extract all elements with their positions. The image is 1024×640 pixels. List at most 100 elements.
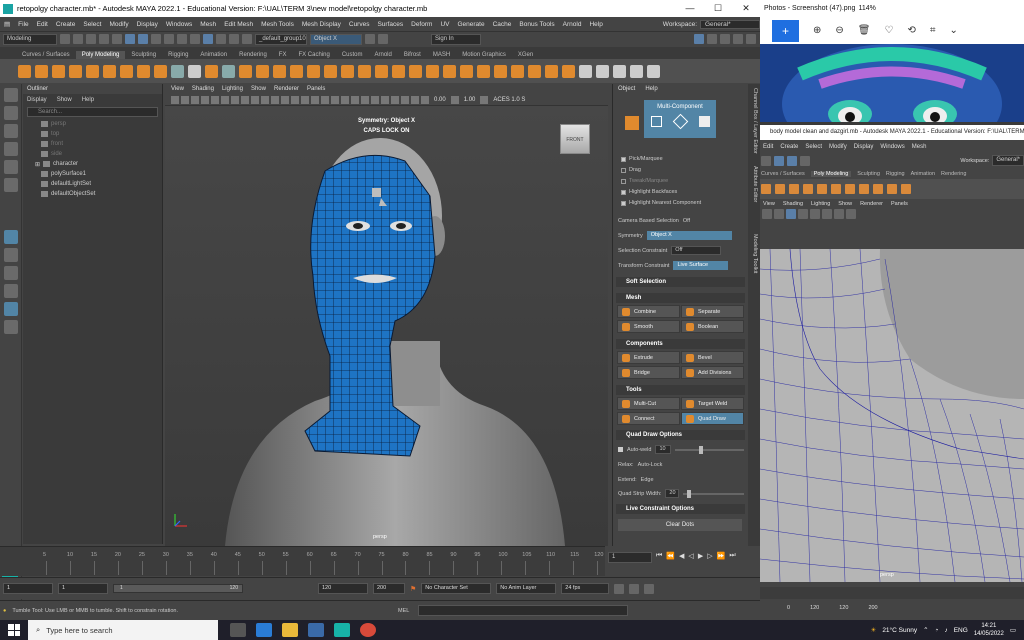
outliner-item-objectset[interactable]: defaultObjectSet [23,189,162,199]
maya2-shelf-tool-icon[interactable] [859,184,869,194]
field-chart-icon[interactable] [251,95,259,104]
merge-icon[interactable] [409,64,422,78]
shelf-tab-custom[interactable]: Custom [336,51,369,59]
maya2-vp-tool-icon[interactable] [798,209,808,219]
step-forward-icon[interactable]: ▷ [707,552,712,560]
maya2-vp-show[interactable]: Show [838,201,852,207]
poly-sphere-icon[interactable] [18,64,31,78]
soft-selection-section[interactable]: Soft Selection [616,277,745,287]
separate-icon[interactable] [256,64,269,78]
maya2-vp-view[interactable]: View [763,201,775,207]
planar-map-icon[interactable] [528,64,541,78]
quad-draw-tool-icon[interactable] [3,230,18,244]
menu-edit[interactable]: Edit [33,21,52,28]
fps-dropdown[interactable]: 24 fps [561,583,610,594]
mode-dropdown[interactable]: Modeling [3,33,57,45]
playback-start-field[interactable]: 1 [58,583,108,594]
render-settings-icon[interactable] [242,34,252,44]
vertex-mode-icon[interactable] [650,116,662,127]
combine-icon[interactable] [239,64,252,78]
maya2-tab-sculpt[interactable]: Sculpting [857,171,880,177]
volume-icon[interactable]: ♪ [944,627,947,634]
mirror-icon[interactable] [307,64,320,78]
menu-uv[interactable]: UV [436,21,453,28]
snap-point-icon[interactable] [190,34,200,44]
maya2-menu-edit[interactable]: Edit [763,144,773,150]
edge-mode-icon[interactable] [672,113,688,130]
maya2-status-icon[interactable] [787,155,797,166]
modeling-toolkit-tab[interactable]: Modeling Toolkit [752,234,758,273]
shelf-tab-motion-graphics[interactable]: Motion Graphics [456,51,512,59]
poly-torus-icon[interactable] [86,64,99,78]
maya2-viewport-canvas[interactable]: persp [760,249,1024,582]
highlight-backfaces-checkbox[interactable]: Highlight Backfaces [621,189,677,195]
maya2-shelf-tool-icon[interactable] [887,184,897,194]
unfold-icon[interactable] [562,64,575,78]
snap-surface-icon[interactable] [203,34,213,44]
channel-box-tab[interactable]: Channel Box / Layer Editor [752,88,758,154]
menu-surfaces[interactable]: Surfaces [373,21,407,28]
menu-arnold[interactable]: Arnold [559,21,586,28]
maximize-icon[interactable]: ☐ [704,3,732,14]
symmetry-value-dropdown[interactable]: Object X [646,231,732,240]
workspace-dropdown[interactable]: General* [700,19,760,29]
menu-curves[interactable]: Curves [345,21,374,28]
quad-draw-icon[interactable] [477,64,490,78]
target-weld-button[interactable]: Target Weld [681,397,744,410]
outliner-item-polysurface[interactable]: polySurface1 [23,169,162,179]
rotate-tool-icon[interactable] [3,160,18,174]
exposure-field[interactable]: 0.00 [431,97,449,103]
add-icon[interactable]: + [772,19,799,42]
snap-grid-icon[interactable] [164,34,174,44]
symmetry-dropdown[interactable]: Object X [310,33,362,45]
maya2-workspace-dropdown[interactable]: General* [992,155,1024,166]
select-tool-icon[interactable] [3,88,18,102]
image-plane-icon[interactable] [201,95,209,104]
outliner-layout-icon[interactable] [3,302,18,316]
sweep-mesh-icon[interactable] [171,64,184,78]
menu-deform[interactable]: Deform [407,21,436,28]
auto-weld-slider[interactable] [675,445,744,454]
rotate-icon[interactable]: ⟲ [907,25,915,36]
maya-taskbar-icon[interactable] [334,623,350,637]
four-view-icon[interactable] [3,266,18,280]
maya2-shelf-tool-icon[interactable] [789,184,799,194]
bevel-button[interactable]: Bevel [681,351,744,364]
extend-dropdown[interactable]: Edge [641,477,654,483]
safe-title-icon[interactable] [271,95,279,104]
clock[interactable]: 14:21 14/05/2022 [974,622,1004,638]
command-input[interactable] [418,605,628,616]
input-line-icon[interactable] [378,34,388,44]
shelf-tab-xgen[interactable]: XGen [512,51,539,59]
maya2-menu-modify[interactable]: Modify [829,144,847,150]
multi-cut-icon[interactable] [443,64,456,78]
go-to-end-icon[interactable]: ⏭ [729,552,735,560]
modeling-toolkit-icon[interactable] [694,34,704,44]
quad-draw-options-section[interactable]: Quad Draw Options [616,430,745,440]
shelf-tab-poly-modeling[interactable]: Poly Modeling [75,51,126,59]
toolkit-menu-help[interactable]: Help [645,86,657,92]
anti-aliasing-icon[interactable] [361,95,369,104]
maya2-tab-animation[interactable]: Animation [911,171,935,177]
auto-weld-field[interactable]: 10 [655,445,672,454]
gamma-icon[interactable] [450,95,459,104]
extrude-icon[interactable] [324,64,337,78]
input-line-icon[interactable] [365,34,375,44]
menu-mesh[interactable]: Mesh [196,21,220,28]
windows-start-icon[interactable] [8,624,20,636]
highlight-nearest-checkbox[interactable]: Highlight Nearest Component [621,200,701,206]
select-hierarchy-icon[interactable] [125,34,135,44]
camera-attr-icon[interactable] [181,95,189,104]
expand-icon[interactable]: ⊞ [35,161,40,168]
maya2-range-end-inner[interactable]: 120 [810,605,819,611]
color-management-icon[interactable] [480,95,489,104]
maya2-menu-windows[interactable]: Windows [880,144,904,150]
maya2-shelf-tool-icon[interactable] [845,184,855,194]
maya2-vp-tool-icon[interactable] [822,209,832,219]
transform-constraint-dropdown[interactable]: Live Surface [673,261,729,270]
redo-icon[interactable] [112,34,122,44]
shelf-tab-mash[interactable]: MASH [427,51,456,59]
type-icon[interactable] [188,64,201,78]
move-tool-icon[interactable] [3,142,18,156]
menu-mesh-tools[interactable]: Mesh Tools [257,21,298,28]
